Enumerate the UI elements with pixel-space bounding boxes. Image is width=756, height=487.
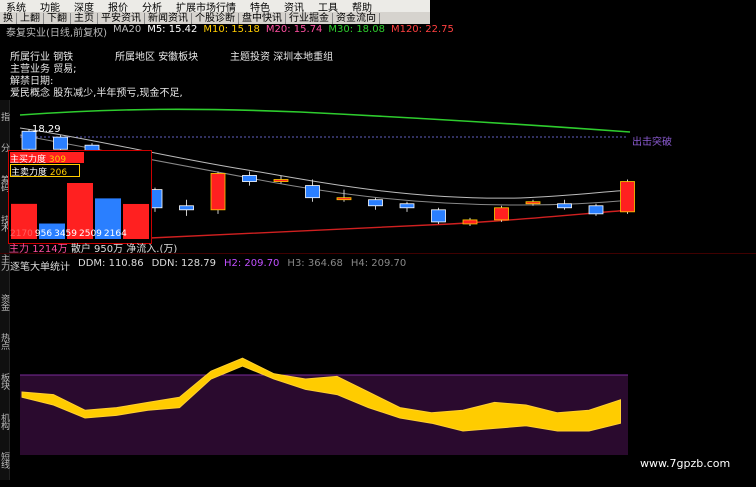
candle — [525, 201, 541, 205]
force-bar-value: 2170 — [10, 229, 33, 239]
ddn-value: DDN: 128.79 — [151, 258, 216, 269]
candle — [53, 136, 68, 150]
force-bar-value: 2164 — [103, 229, 127, 239]
candle — [620, 181, 635, 213]
ddm-value: DDM: 110.86 — [78, 258, 144, 269]
candle — [242, 175, 257, 182]
candle — [336, 197, 352, 201]
force-bar-value: 2509 — [79, 229, 102, 239]
candle — [557, 203, 572, 209]
candle — [368, 199, 383, 207]
candle — [305, 185, 320, 199]
candle — [462, 219, 478, 225]
force-bar-value: 3459 — [54, 229, 77, 239]
force-panel: 主买力度 309 主卖力度 206 2170 956 3459 2509 216… — [8, 150, 152, 244]
candle — [273, 179, 289, 182]
force-bar-values: 2170 956 3459 2509 2164 — [10, 229, 127, 239]
candle — [494, 207, 509, 221]
candle — [210, 173, 226, 211]
ma120-line — [149, 209, 631, 239]
candle — [399, 203, 415, 209]
ma30-line — [19, 108, 631, 133]
h2-value: H2: 209.70 — [224, 258, 280, 269]
h4-value: H4: 209.70 — [350, 258, 407, 269]
signal-label: 出击突破 — [632, 137, 672, 148]
price-label: 18.29 — [32, 124, 61, 135]
indicator-name: 逐笔大单统计 — [10, 262, 70, 273]
candle — [431, 209, 446, 223]
candle — [588, 205, 604, 215]
force-bar-value: 956 — [34, 229, 53, 239]
candle — [179, 205, 194, 211]
h3-value: H3: 364.68 — [287, 258, 343, 269]
panel-divider — [0, 253, 756, 254]
indicator-header: 逐笔大单统计 DDM: 110.86 DDN: 128.79 H2: 209.7… — [10, 258, 406, 273]
watermark: www.7gpzb.com — [640, 457, 731, 470]
